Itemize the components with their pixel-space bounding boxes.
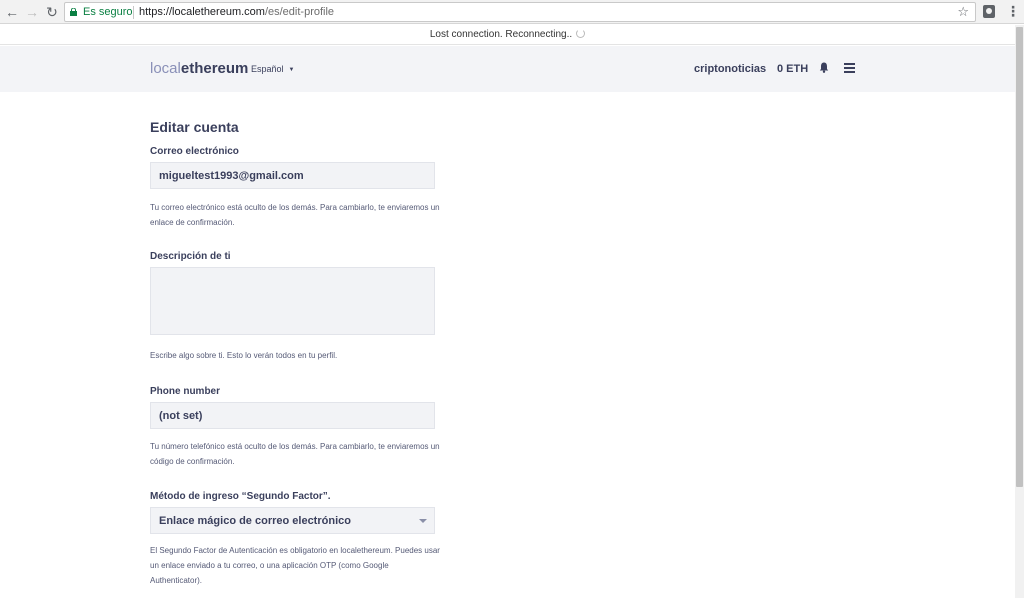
page-scrollbar[interactable]	[1015, 25, 1024, 598]
chevron-down-icon	[419, 519, 427, 523]
reload-icon[interactable]: ↻	[44, 4, 60, 20]
wallet-balance[interactable]: 0 ETH	[777, 63, 808, 75]
logo-ethereum: ethereum	[180, 60, 249, 77]
phone-label: Phone number	[150, 386, 221, 397]
description-textarea[interactable]	[150, 267, 435, 335]
username-link[interactable]: criptonoticias	[694, 63, 766, 75]
two-factor-select[interactable]: Enlace mágico de correo electrónico	[150, 507, 435, 534]
logo-local: local	[150, 60, 181, 77]
bell-icon[interactable]	[819, 62, 829, 73]
description-label: Descripción de ti	[150, 251, 231, 262]
forward-arrow-icon[interactable]: →	[24, 4, 40, 20]
phone-help-text: Tu número telefónico está oculto de los …	[150, 442, 440, 466]
url-path: /es/edit-profile	[264, 6, 335, 18]
language-label: Español	[251, 64, 284, 74]
back-arrow-icon[interactable]: ←	[4, 4, 20, 20]
email-field[interactable]: migueltest1993@gmail.com	[150, 162, 435, 189]
lock-icon	[70, 8, 77, 16]
caret-down-icon: ▼	[288, 67, 295, 73]
email-label: Correo electrónico	[150, 146, 239, 157]
page-title: Editar cuenta	[150, 119, 239, 135]
description-help-text: Escribe algo sobre ti. Esto lo verán tod…	[150, 351, 338, 360]
browser-menu-icon[interactable]: ⋮	[1006, 3, 1020, 21]
connection-status-bar: Lost connection. Reconnecting..	[0, 25, 1015, 45]
bookmark-star-icon[interactable]: ☆	[957, 3, 969, 21]
hamburger-menu-icon[interactable]	[844, 63, 855, 73]
two-factor-label: Método de ingreso “Segundo Factor”.	[150, 491, 331, 502]
extension-icon[interactable]	[983, 5, 995, 18]
two-factor-selected-value: Enlace mágico de correo electrónico	[159, 515, 351, 527]
phone-field[interactable]: (not set)	[150, 402, 435, 429]
url-text[interactable]: https://localethereum.com/es/edit-profil…	[139, 3, 334, 21]
browser-toolbar: ← → ↻ Es seguro https://localethereum.co…	[0, 0, 1024, 24]
site-header: localethereum Español ▼ criptonoticias 0 …	[0, 46, 1015, 92]
two-factor-help-text: El Segundo Factor de Autenticación es ob…	[150, 546, 440, 585]
localethereum-logo[interactable]: localethereum	[150, 60, 248, 77]
url-host: https://localethereum.com	[139, 6, 265, 18]
email-help-text: Tu correo electrónico está oculto de los…	[150, 203, 440, 227]
connection-status-text: Lost connection. Reconnecting..	[429, 29, 573, 40]
omnibox-divider	[133, 6, 134, 19]
secure-label: Es seguro	[83, 6, 133, 18]
language-selector[interactable]: Español ▼	[251, 64, 294, 74]
address-bar[interactable]: Es seguro https://localethereum.com/es/e…	[64, 2, 976, 22]
loading-spinner-icon	[576, 29, 586, 38]
scrollbar-thumb[interactable]	[1016, 27, 1023, 487]
